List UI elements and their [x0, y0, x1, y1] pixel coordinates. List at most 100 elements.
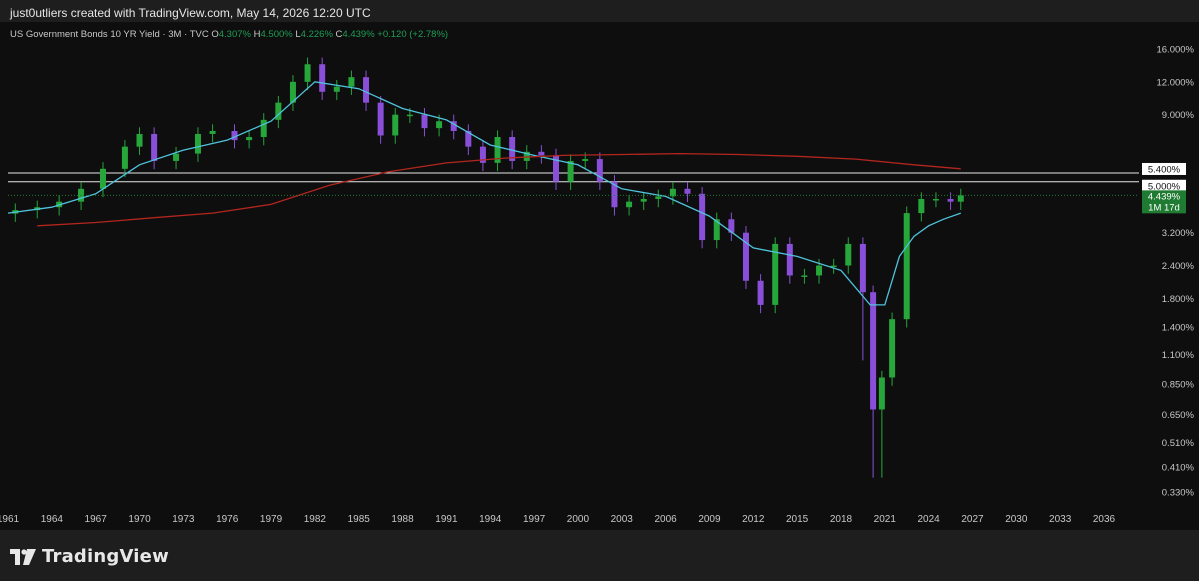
candle-body: [932, 198, 939, 201]
candle-body: [136, 133, 143, 147]
x-tick-label: 2021: [874, 514, 897, 525]
candle-body: [260, 119, 267, 138]
x-tick-label: 2015: [786, 514, 809, 525]
x-tick-label: 2036: [1093, 514, 1116, 525]
candle-body: [246, 137, 253, 141]
candle-body: [878, 377, 885, 410]
candle-body: [640, 198, 647, 202]
candle-body: [684, 188, 691, 194]
x-tick-label: 2006: [654, 514, 677, 525]
candle-body: [377, 102, 384, 136]
x-tick-label: 2027: [961, 514, 984, 525]
x-tick-label: 2018: [830, 514, 853, 525]
tradingview-logo-icon: [10, 548, 36, 565]
y-tick-label: 9.000%: [1162, 110, 1195, 121]
candle-body: [436, 121, 443, 129]
candle-body: [947, 198, 954, 202]
candle-body: [903, 213, 910, 320]
bar-countdown: 1M 17d: [1148, 202, 1180, 213]
y-tick-label: 0.330%: [1162, 488, 1195, 499]
x-tick-label: 2024: [918, 514, 941, 525]
y-tick-label: 1.800%: [1162, 294, 1195, 305]
candle-body: [582, 159, 589, 161]
y-tick-label: 0.650%: [1162, 410, 1195, 421]
candle-body: [669, 188, 676, 197]
y-tick-label: 16.000%: [1156, 45, 1194, 56]
candle-body: [421, 114, 428, 129]
x-tick-label: 2012: [742, 514, 765, 525]
x-tick-label: 1967: [85, 514, 108, 525]
x-tick-label: 2003: [611, 514, 634, 525]
price-scale: [1135, 22, 1199, 530]
candle-body: [786, 243, 793, 276]
x-tick-label: 1985: [348, 514, 371, 525]
x-tick-label: 1994: [479, 514, 502, 525]
candle-body: [889, 319, 896, 378]
x-tick-label: 1997: [523, 514, 546, 525]
x-tick-label: 1991: [435, 514, 458, 525]
candle-body: [209, 131, 216, 134]
x-tick-label: 2000: [567, 514, 590, 525]
x-tick-label: 1970: [128, 514, 151, 525]
candle-body: [801, 275, 808, 277]
x-tick-label: 2033: [1049, 514, 1072, 525]
x-tick-label: 1964: [41, 514, 64, 525]
tradingview-brand[interactable]: TradingView: [10, 546, 169, 567]
legend-symbol: US Government Bonds 10 YR Yield · 3M · T…: [10, 29, 209, 40]
legend-high-value: 4.500%: [260, 29, 293, 40]
candle-body: [333, 86, 340, 92]
candle-body: [392, 114, 399, 136]
x-tick-label: 1982: [304, 514, 327, 525]
chart-area[interactable]: 16.000% 12.000% 9.000% 3.200% 2.400% 1.800% 1.…: [0, 22, 1199, 530]
x-tick-label: 1988: [391, 514, 414, 525]
x-tick-label: 2030: [1005, 514, 1028, 525]
footer-bar: TradingView: [0, 530, 1199, 581]
x-tick-label: 1976: [216, 514, 239, 525]
x-tick-label: 2009: [698, 514, 721, 525]
legend-close-value: 4.439%: [342, 29, 375, 40]
y-tick-label: 0.510%: [1162, 438, 1195, 449]
candle-body: [859, 243, 866, 293]
legend-open-value: 4.307%: [218, 29, 251, 40]
candle-body: [363, 77, 370, 103]
x-tick-label: 1961: [0, 514, 20, 525]
candle-body: [319, 64, 326, 92]
candle-body: [348, 77, 355, 87]
candle-body: [173, 153, 180, 161]
legend-open-label: O: [211, 29, 219, 40]
candle-body: [757, 280, 764, 305]
candle-body: [99, 168, 106, 189]
y-tick-label: 1.400%: [1162, 323, 1195, 334]
candle-body: [655, 196, 662, 199]
candle-body: [194, 133, 201, 154]
legend-high-label: H: [253, 29, 261, 40]
candle-body: [121, 146, 128, 169]
legend-low-value: 4.226%: [300, 29, 333, 40]
candle-body: [304, 64, 311, 82]
candle-body: [626, 201, 633, 208]
y-tick-label: 1.100%: [1162, 350, 1195, 361]
last-price-value: 4.439%: [1148, 191, 1181, 202]
price-chart[interactable]: 16.000% 12.000% 9.000% 3.200% 2.400% 1.800% 1.…: [0, 22, 1199, 530]
y-tick-label: 0.850%: [1162, 380, 1195, 391]
symbol-legend: US Government Bonds 10 YR Yield · 3M · T…: [10, 29, 448, 40]
y-tick-label: 2.400%: [1162, 261, 1195, 272]
candle-body: [151, 133, 158, 161]
candle-body: [816, 265, 823, 276]
y-tick-label: 12.000%: [1156, 77, 1194, 88]
x-tick-label: 1979: [260, 514, 283, 525]
candle-body: [918, 198, 925, 214]
level-badge-label: 5.400%: [1148, 164, 1181, 175]
brand-name: TradingView: [42, 546, 169, 567]
candle-body: [406, 114, 413, 117]
legend-change: +0.120 (+2.78%): [377, 29, 449, 40]
candle-body: [538, 151, 545, 156]
candle-body: [957, 195, 964, 202]
y-tick-label: 3.200%: [1162, 228, 1195, 239]
candle-body: [699, 193, 706, 241]
candle-body: [742, 232, 749, 281]
candle-body: [870, 292, 877, 410]
attribution-text: just0utliers created with TradingView.co…: [10, 6, 371, 20]
x-tick-label: 1973: [172, 514, 195, 525]
candle-body: [845, 243, 852, 266]
